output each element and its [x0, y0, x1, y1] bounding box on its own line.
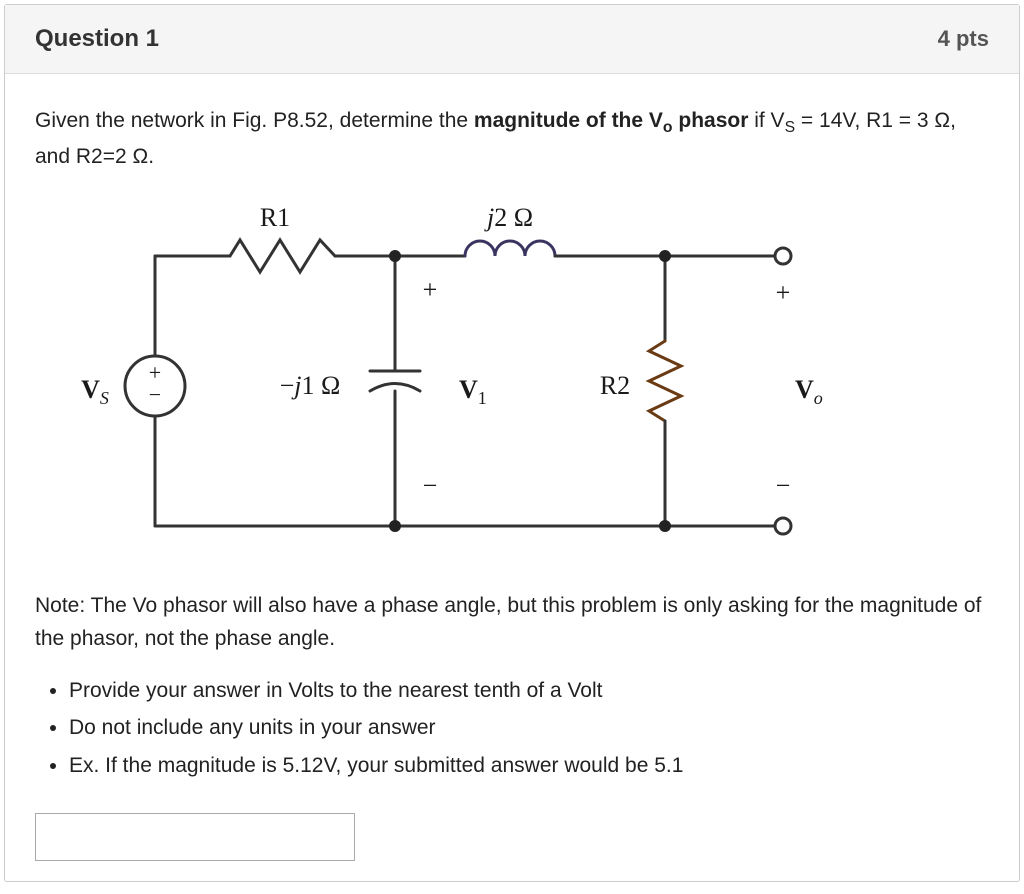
v1-minus: −: [423, 471, 438, 500]
prompt-trail-sub: S: [785, 119, 796, 136]
vo-label: Vo: [795, 375, 823, 408]
instructions-list: Provide your answer in Volts to the near…: [69, 674, 989, 783]
question-body: Given the network in Fig. P8.52, determi…: [5, 74, 1019, 881]
inductor-label: j2 Ω: [484, 203, 533, 232]
answer-input[interactable]: [35, 813, 355, 861]
prompt-bold-sub: o: [663, 119, 673, 136]
vo-plus: +: [776, 278, 791, 307]
source-minus: −: [149, 382, 161, 407]
question-points: 4 pts: [938, 26, 989, 52]
list-item: Ex. If the magnitude is 5.12V, your subm…: [69, 749, 989, 783]
question-header: Question 1 4 pts: [5, 5, 1019, 74]
prompt-bold-pre: magnitude of the V: [474, 109, 663, 132]
prompt-text: Given the network in Fig. P8.52, determi…: [35, 104, 989, 174]
v1-plus: +: [423, 275, 438, 304]
circuit-diagram: + − R1 j2 Ω VS −j1 Ω + V1 − R2 + Vo −: [35, 186, 989, 567]
prompt-lead: Given the network in Fig. P8.52, determi…: [35, 109, 474, 132]
r1-label: R1: [260, 203, 290, 232]
vs-label: VS: [81, 375, 109, 408]
question-card: Question 1 4 pts Given the network in Fi…: [4, 4, 1020, 882]
question-title: Question 1: [35, 25, 159, 53]
r2-label: R2: [600, 371, 630, 400]
v1-label: V1: [459, 375, 487, 408]
vo-minus: −: [776, 471, 791, 500]
list-item: Do not include any units in your answer: [69, 711, 989, 745]
note-text: Note: The Vo phasor will also have a pha…: [35, 589, 989, 656]
prompt-bold-post: phasor: [673, 109, 749, 132]
prompt-trail-pre: if V: [748, 109, 784, 132]
list-item: Provide your answer in Volts to the near…: [69, 674, 989, 708]
cap-label: −j1 Ω: [280, 371, 341, 400]
